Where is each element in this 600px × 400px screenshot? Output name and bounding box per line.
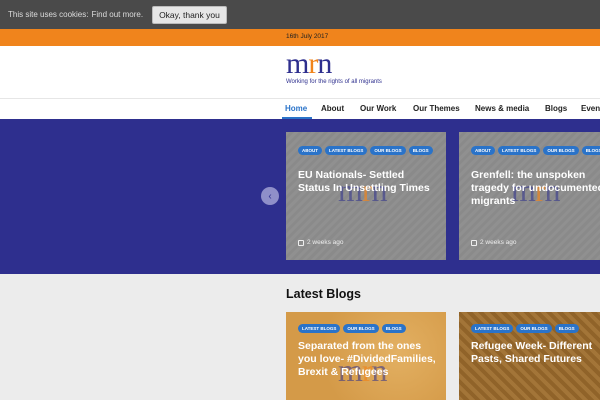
tag[interactable]: Blogs bbox=[581, 146, 600, 155]
logo-r: r bbox=[308, 47, 318, 80]
site-logo[interactable]: mrn bbox=[286, 49, 332, 79]
blog-card[interactable]: Latest Blogs Our Blogs Blogs Refugee Wee… bbox=[459, 312, 600, 400]
nav-our-themes[interactable]: Our Themes bbox=[413, 104, 460, 113]
card-date: 2 weeks ago bbox=[307, 239, 344, 246]
section-heading: Latest Blogs bbox=[286, 287, 362, 301]
cookie-bar: This site uses cookies: Find out more. O… bbox=[0, 0, 600, 29]
featured-slider: ‹ mrn About Latest Blogs Our Blogs Blogs… bbox=[0, 119, 600, 274]
card-title[interactable]: EU Nationals- Settled Status In Unsettli… bbox=[298, 169, 438, 195]
date-bar: 16th July 2017 bbox=[0, 29, 600, 46]
tag[interactable]: Latest Blogs bbox=[298, 324, 341, 333]
tag[interactable]: Blogs bbox=[381, 324, 406, 333]
logo-n: n bbox=[317, 47, 332, 80]
calendar-icon bbox=[298, 239, 304, 246]
calendar-icon bbox=[471, 239, 477, 246]
card-date: 2 weeks ago bbox=[480, 239, 517, 246]
featured-card[interactable]: mrn About Latest Blogs Our Blogs Blogs E… bbox=[286, 132, 446, 260]
main-nav: Home About Our Work Our Themes News & me… bbox=[0, 98, 600, 119]
tag-list: Latest Blogs Our Blogs Blogs bbox=[298, 324, 438, 333]
tag[interactable]: Latest Blogs bbox=[325, 146, 368, 155]
card-title[interactable]: Grenfell: the unspoken tragedy for undoc… bbox=[471, 169, 600, 208]
tag[interactable]: Latest Blogs bbox=[471, 324, 514, 333]
nav-home[interactable]: Home bbox=[285, 104, 307, 113]
nav-news-media[interactable]: News & media bbox=[475, 104, 529, 113]
cookie-more-link[interactable]: Find out more. bbox=[91, 10, 143, 19]
tag[interactable]: About bbox=[298, 146, 322, 155]
tag[interactable]: Our Blogs bbox=[370, 146, 406, 155]
nav-events[interactable]: Events bbox=[581, 104, 600, 113]
nav-blogs[interactable]: Blogs bbox=[545, 104, 567, 113]
nav-about[interactable]: About bbox=[321, 104, 344, 113]
featured-card[interactable]: mrn About Latest Blogs Our Blogs Blogs G… bbox=[459, 132, 600, 260]
slider-prev-button[interactable]: ‹ bbox=[261, 187, 279, 205]
chevron-left-icon: ‹ bbox=[268, 190, 272, 202]
tag-list: Latest Blogs Our Blogs Blogs bbox=[471, 324, 600, 333]
tag-list: About Latest Blogs Our Blogs Blogs bbox=[298, 146, 438, 155]
card-title[interactable]: Separated from the ones you love- #Divid… bbox=[298, 340, 438, 379]
card-meta: 2 weeks ago bbox=[471, 239, 517, 246]
tag-list: About Latest Blogs Our Blogs Blogs bbox=[471, 146, 600, 155]
latest-blogs-section: Latest Blogs mrn Latest Blogs Our Blogs … bbox=[0, 274, 600, 400]
tag[interactable]: Blogs bbox=[408, 146, 433, 155]
tag[interactable]: Our Blogs bbox=[543, 146, 579, 155]
tag[interactable]: Our Blogs bbox=[343, 324, 379, 333]
tag[interactable]: Blogs bbox=[554, 324, 579, 333]
logo-m: m bbox=[286, 47, 309, 80]
cookie-accept-button[interactable]: Okay, thank you bbox=[152, 5, 227, 24]
card-meta: 2 weeks ago bbox=[298, 239, 344, 246]
tag[interactable]: About bbox=[471, 146, 495, 155]
blog-card[interactable]: mrn Latest Blogs Our Blogs Blogs Separat… bbox=[286, 312, 446, 400]
tag[interactable]: Latest Blogs bbox=[498, 146, 541, 155]
nav-our-work[interactable]: Our Work bbox=[360, 104, 396, 113]
page: { "cookie_bar": { "text": "This site use… bbox=[0, 0, 600, 400]
card-title[interactable]: Refugee Week- Different Pasts, Shared Fu… bbox=[471, 340, 600, 366]
tag[interactable]: Our Blogs bbox=[516, 324, 552, 333]
current-date: 16th July 2017 bbox=[286, 33, 329, 40]
header: mrn Working for the rights of all migran… bbox=[0, 46, 600, 98]
cookie-text: This site uses cookies: bbox=[8, 10, 89, 19]
site-tagline: Working for the rights of all migrants bbox=[286, 79, 382, 85]
